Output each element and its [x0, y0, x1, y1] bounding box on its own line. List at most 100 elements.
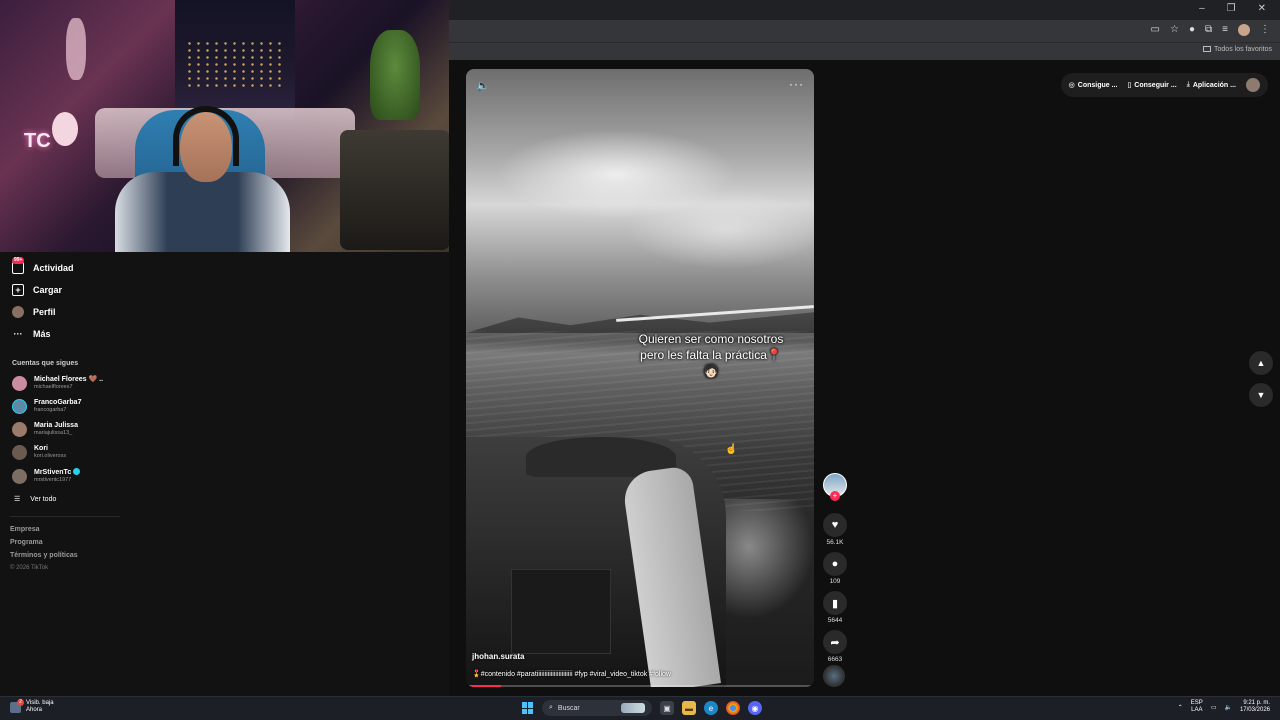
task-view-icon[interactable]: ▣: [660, 701, 674, 715]
taskbar-search[interactable]: ⌕ Buscar: [542, 700, 652, 716]
network-icon[interactable]: ▭: [1211, 704, 1217, 711]
following-name: FrancoGarba7: [34, 399, 82, 406]
more-options-icon[interactable]: ···: [789, 77, 804, 91]
user-avatar[interactable]: [1246, 78, 1260, 92]
video-jetski-panel: [511, 569, 611, 654]
webcam-night-window: [175, 0, 295, 120]
nav-item-actividad[interactable]: 99+ Actividad: [12, 257, 74, 274]
browser-menu-icon[interactable]: ⋮: [1260, 24, 1270, 36]
video-cloud: [626, 189, 814, 269]
nav-item-perfil[interactable]: Perfil: [12, 306, 56, 318]
follow-plus-icon[interactable]: +: [830, 491, 840, 501]
volume-icon[interactable]: 🔈: [1224, 704, 1231, 711]
bookmark-star-icon[interactable]: ☆: [1170, 24, 1179, 36]
list-icon: ☰: [14, 496, 21, 503]
comment-icon: ●: [831, 558, 839, 570]
footer-link-programa[interactable]: Programa: [10, 539, 43, 546]
edge-icon[interactable]: e: [704, 701, 718, 715]
following-title: Cuentas que sigues: [12, 360, 79, 367]
windows-start-icon[interactable]: [522, 702, 534, 714]
video-caption: Quieren ser como nosotros pero les falta…: [638, 332, 784, 378]
media-icon[interactable]: ≡: [1222, 24, 1228, 36]
get-coins-button[interactable]: ◎ Consigue ...: [1068, 81, 1118, 90]
following-name: MrStivenTc: [34, 469, 72, 476]
avatar: [12, 468, 27, 484]
download-icon: ⤓: [1186, 81, 1190, 88]
file-explorer-icon[interactable]: ▬: [682, 701, 696, 715]
profile-avatar-icon: [12, 306, 24, 318]
following-item[interactable]: Maria Julissa mariajulissa13_: [12, 422, 78, 437]
nav-item-cargar[interactable]: + Cargar: [12, 284, 62, 296]
search-label: Buscar: [557, 704, 580, 712]
share-button[interactable]: ➦: [823, 630, 847, 654]
bridge-deck: [616, 305, 814, 322]
windows-taskbar: 2 Visib. baja Ahora ⌕ Buscar ▣ ▬ e ◉ ⌃ E…: [0, 696, 1280, 720]
get-app-button[interactable]: ▯ Conseguir ...: [1127, 81, 1177, 90]
weather-icon: 2: [10, 698, 24, 713]
browser-toolbar: ▭ ☆ ● ⧉ ≡ ⋮: [449, 20, 1280, 42]
see-all-label: Ver todo: [30, 495, 57, 503]
footer-link-empresa[interactable]: Empresa: [10, 526, 40, 533]
weather-sub: Ahora: [26, 707, 43, 713]
clock-time: 9:21 p. m.: [1243, 700, 1270, 706]
maximize-button[interactable]: ❐: [1227, 3, 1236, 14]
extension-icon[interactable]: ●: [1189, 24, 1195, 36]
all-bookmarks-link[interactable]: Todos los favoritos: [1203, 46, 1272, 53]
cast-icon[interactable]: ▭: [1151, 24, 1160, 36]
discord-icon[interactable]: ◉: [748, 701, 762, 715]
clock[interactable]: 9:21 p. m. 17/03/2026: [1240, 700, 1270, 714]
video-bridge: [616, 302, 814, 322]
headphones-icon: [173, 106, 239, 166]
search-highlight-thumbnail: [621, 703, 645, 713]
save-button[interactable]: ▮: [823, 591, 847, 615]
clock-date: 17/03/2026: [1239, 707, 1270, 713]
coin-icon: ◎: [1068, 82, 1075, 89]
close-button[interactable]: ✕: [1258, 3, 1266, 14]
notification-badge: 99+: [12, 257, 25, 264]
all-bookmarks-label: Todos los favoritos: [1214, 46, 1272, 53]
webcam-chair: [340, 130, 449, 250]
video-username[interactable]: jhohan.surata: [472, 652, 524, 661]
music-disc-icon[interactable]: [823, 665, 845, 687]
video-hashtags[interactable]: 🎖️#contenido #paratiiiiiiiiiiiiiiiiiiiii…: [472, 670, 671, 678]
desktop-app-button[interactable]: ⤓ Aplicación ...: [1187, 81, 1236, 89]
see-all-link[interactable]: ☰ Ver todo: [14, 495, 57, 504]
nav-label: Actividad: [33, 263, 74, 273]
avatar: [12, 376, 27, 391]
language-indicator[interactable]: ESP LAA: [1191, 700, 1203, 714]
next-video-button[interactable]: ▼: [1249, 383, 1273, 407]
profile-avatar-icon[interactable]: [1238, 24, 1250, 36]
following-item[interactable]: FrancoGarba7 francogarba7: [12, 399, 81, 414]
previous-video-button[interactable]: ▲: [1249, 351, 1273, 375]
nav-label: Cargar: [33, 285, 63, 295]
avatar: [12, 399, 27, 414]
comment-button[interactable]: ●: [823, 552, 847, 576]
webcam-neon-sign: TC: [24, 130, 51, 152]
tray-chevron-icon[interactable]: ⌃: [1178, 704, 1183, 711]
chrome-icon[interactable]: [726, 701, 740, 715]
following-item[interactable]: Kori kori.oliveross: [12, 445, 66, 460]
get-coins-label: Consigue ...: [1077, 81, 1118, 89]
copyright: © 2026 TikTok: [10, 565, 49, 571]
lang-top: ESP: [1190, 700, 1203, 706]
system-tray: ⌃ ESP LAA ▭ 🔈 9:21 p. m. 17/03/2026: [1178, 700, 1270, 714]
video-progress-bar[interactable]: [466, 685, 814, 687]
following-item[interactable]: Michael Florees 🤎 .. michaelflorees7: [12, 376, 103, 391]
chevron-down-icon: ▼: [1256, 390, 1266, 400]
minimize-button[interactable]: –: [1199, 3, 1205, 14]
like-button[interactable]: ♥: [823, 513, 847, 537]
volume-icon[interactable]: 🔈: [476, 79, 490, 92]
weather-title: Visib. baja: [26, 700, 54, 706]
following-handle: mariajulissa13_: [34, 430, 73, 436]
puzzle-icon[interactable]: ⧉: [1205, 24, 1212, 36]
following-handle: kori.oliveross: [34, 453, 67, 459]
get-app-label: Conseguir ...: [1134, 81, 1177, 89]
weather-widget[interactable]: 2 Visib. baja Ahora: [10, 698, 54, 714]
footer-link-terminos[interactable]: Términos y políticas: [10, 552, 78, 559]
nav-item-mas[interactable]: ··· Más: [12, 328, 51, 340]
comment-count: 109: [829, 578, 841, 585]
video-player[interactable]: 🔈 ··· Quieren ser como nosotros pero les…: [466, 69, 814, 687]
following-item[interactable]: MrStivenTc mrstiventc1977: [12, 468, 81, 484]
window-controls: – ❐ ✕: [1199, 3, 1266, 14]
sidebar-divider: [10, 516, 120, 517]
